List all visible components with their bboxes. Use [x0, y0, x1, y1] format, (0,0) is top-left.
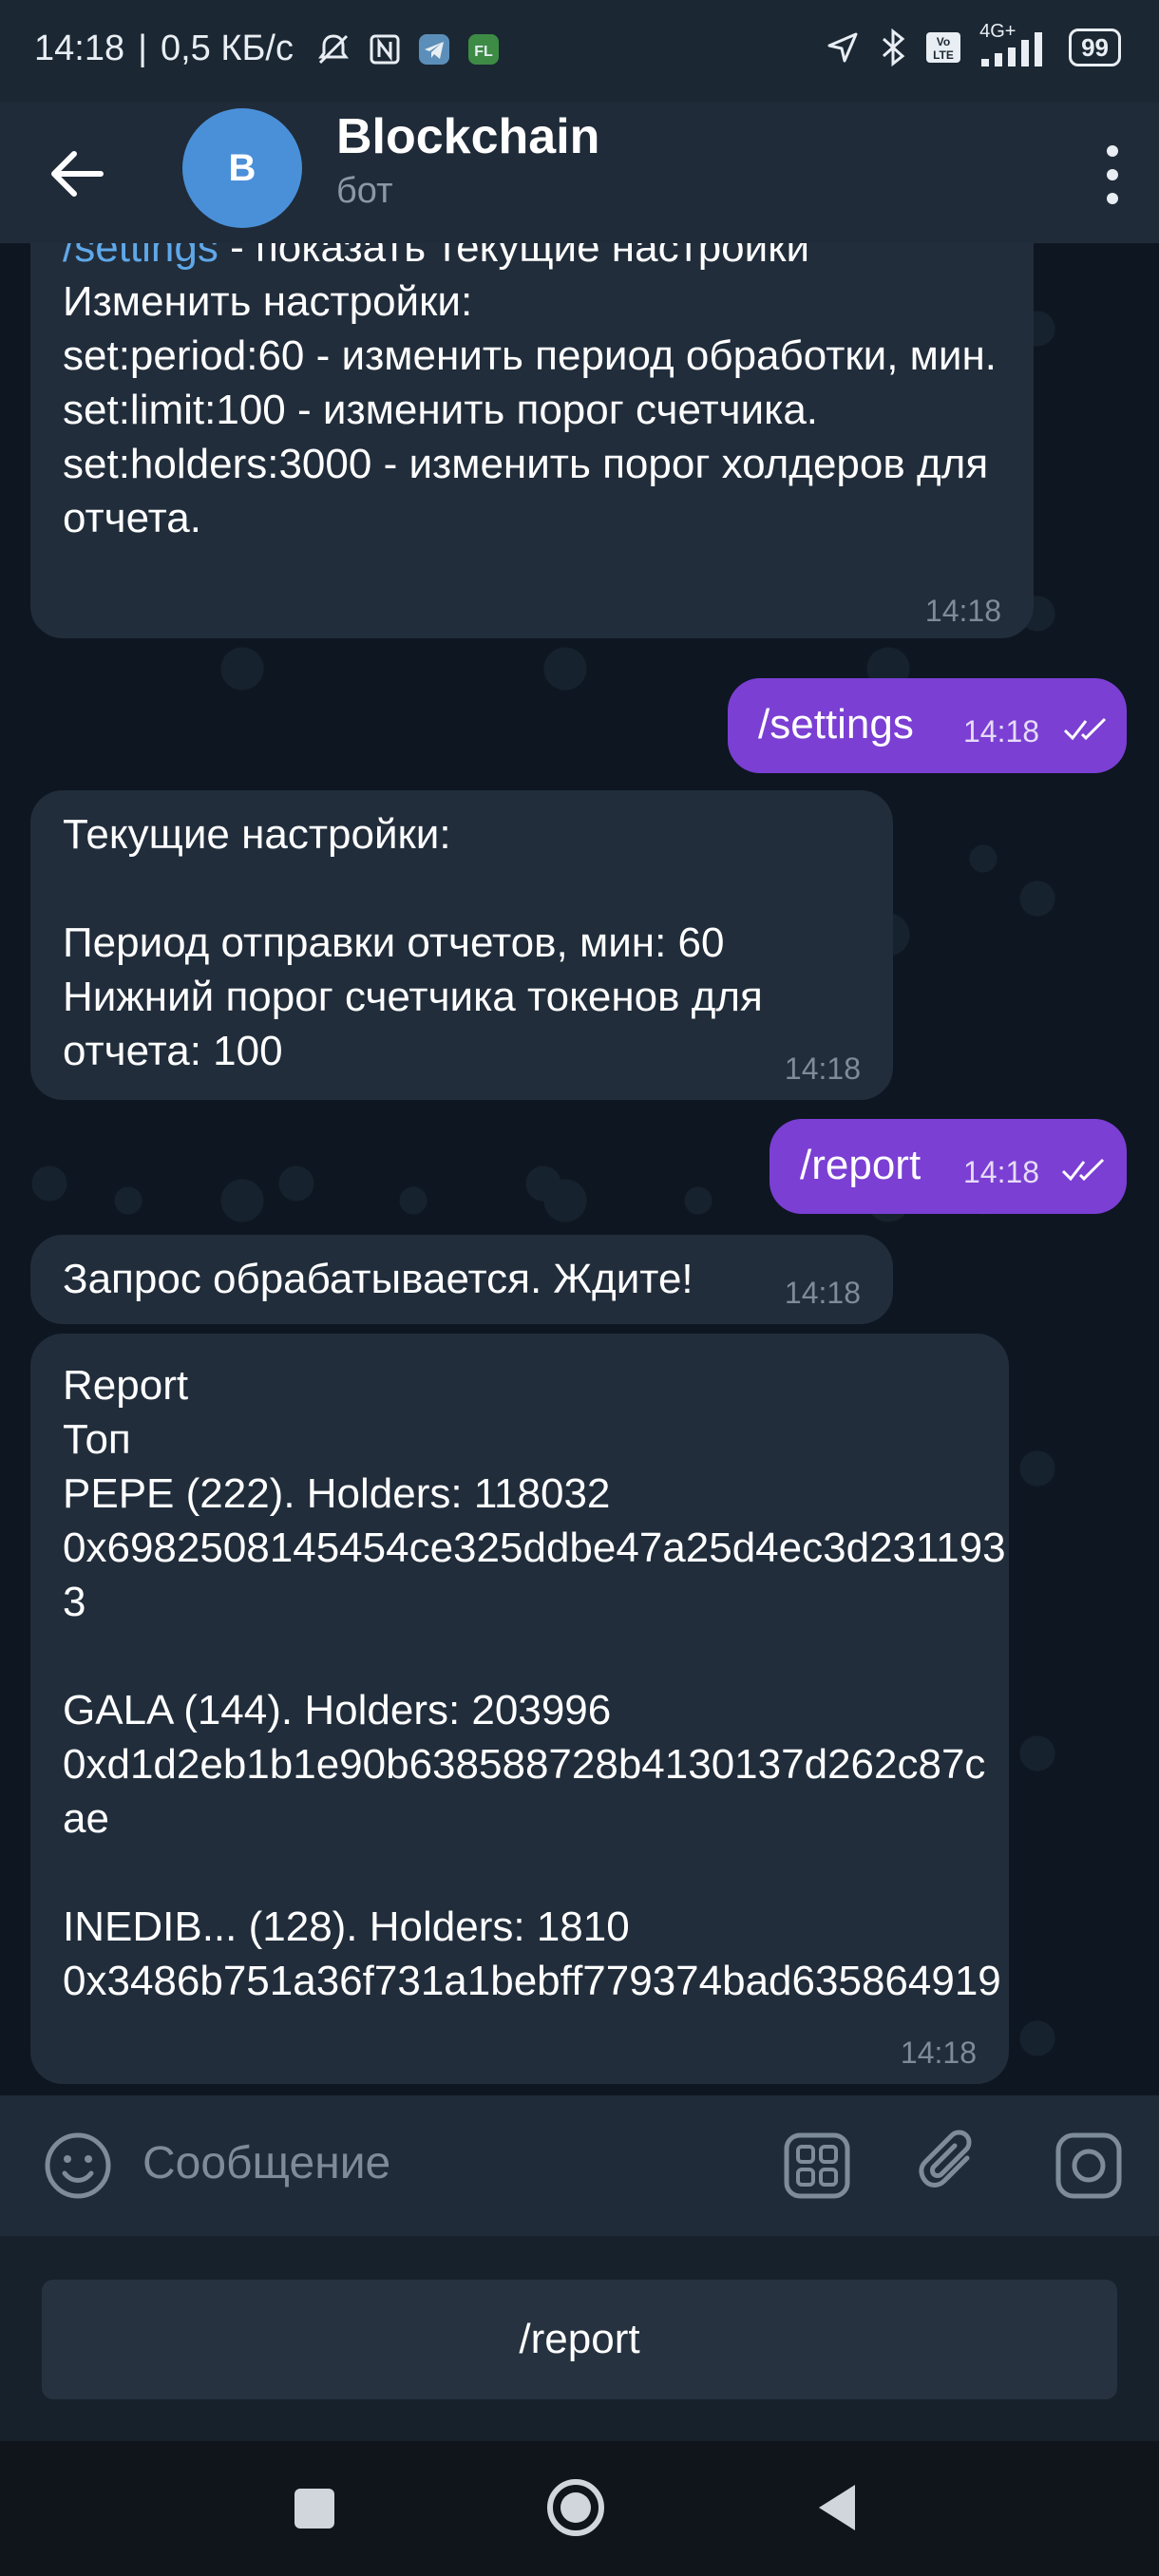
chat-header: B Blockchain бот: [0, 103, 1159, 243]
message-bubble-outgoing[interactable]: /settings 14:18: [728, 678, 1127, 773]
status-time: 14:18: [34, 28, 125, 68]
signal-icon: [981, 32, 1043, 66]
message-bubble-incoming[interactable]: Запрос обрабатывается. Ждите! 14:18: [30, 1235, 893, 1324]
message-text: Report Топ PEPE (222). Holders: 118032 0…: [63, 1362, 1006, 2004]
camera-icon[interactable]: [1053, 2130, 1125, 2202]
avatar[interactable]: B: [182, 108, 302, 228]
message-composer: Сообщение: [0, 2095, 1159, 2236]
message-text: /settings - показать текущие настройки И…: [63, 243, 1013, 545]
message-time: 14:18: [924, 594, 1001, 628]
read-ticks-icon: [1063, 717, 1107, 741]
message-bubble-incoming[interactable]: Report Топ PEPE (222). Holders: 118032 0…: [30, 1334, 1009, 2084]
status-bar: 14:18 | 0,5 КБ/с FL Vo LTE 4G+ 99: [0, 0, 1159, 103]
status-right: Vo LTE 4G+ 99: [824, 21, 1121, 68]
read-ticks-icon: [1061, 1158, 1105, 1182]
message-text: /report: [800, 1142, 922, 1188]
message-time: 14:18: [784, 1051, 861, 1086]
bot-keyboard: /report: [0, 2236, 1159, 2441]
status-separator: |: [138, 28, 147, 68]
report-button[interactable]: /report: [42, 2280, 1117, 2399]
battery-indicator: 99: [1069, 28, 1121, 66]
recents-icon[interactable]: [291, 2485, 338, 2532]
status-net-speed: 0,5 КБ/с: [160, 28, 294, 68]
mute-icon: [317, 33, 349, 64]
message-bubble-incoming[interactable]: Текущие настройки: Период отправки отчет…: [30, 790, 893, 1100]
chat-subtitle: бот: [336, 171, 393, 211]
nfc-icon: [370, 34, 400, 64]
message-time: 14:18: [900, 2036, 977, 2070]
bluetooth-icon: [883, 28, 905, 67]
bot-keyboard-icon[interactable]: [781, 2130, 853, 2202]
message-time: 14:18: [963, 1155, 1040, 1189]
emoji-icon[interactable]: [42, 2130, 114, 2202]
command-link[interactable]: /settings: [63, 243, 218, 271]
back-icon[interactable]: [813, 2481, 861, 2534]
message-text: /settings: [758, 701, 914, 748]
signal-indicator: 4G+: [979, 21, 1052, 68]
status-left: 14:18 | 0,5 КБ/с FL: [34, 28, 501, 69]
message-input[interactable]: Сообщение: [142, 2137, 390, 2189]
message-text-after-link: - показать текущие настройки: [218, 243, 810, 271]
fl-app-badge: FL: [474, 44, 493, 60]
fl-app-icon: FL: [467, 33, 499, 65]
svg-text:LTE: LTE: [933, 48, 954, 62]
message-text-body: Изменить настройки: set:period:60 - изме…: [63, 278, 997, 541]
chat-messages[interactable]: /settings - показать текущие настройки И…: [0, 243, 1159, 2095]
svg-text:Vo: Vo: [937, 35, 950, 48]
chat-title[interactable]: Blockchain: [336, 108, 599, 165]
back-arrow-icon[interactable]: [44, 141, 110, 207]
home-icon[interactable]: [545, 2477, 606, 2538]
status-notification-icons: FL: [314, 30, 501, 68]
navigation-bar: [0, 2441, 1159, 2576]
location-icon: [827, 32, 858, 63]
message-bubble-incoming[interactable]: /settings - показать текущие настройки И…: [30, 243, 1034, 638]
message-text: Запрос обрабатывается. Ждите!: [63, 1256, 694, 1302]
message-text: Текущие настройки: Период отправки отчет…: [63, 811, 763, 1074]
avatar-letter: B: [228, 146, 256, 189]
telegram-notification-icon: [418, 33, 449, 65]
volte-icon: VoLTE: [926, 32, 961, 63]
attach-icon[interactable]: [916, 2130, 988, 2202]
message-time: 14:18: [784, 1276, 861, 1310]
message-time: 14:18: [963, 714, 1040, 748]
more-menu-icon[interactable]: [1091, 139, 1134, 211]
message-bubble-outgoing[interactable]: /report 14:18: [770, 1119, 1127, 1214]
